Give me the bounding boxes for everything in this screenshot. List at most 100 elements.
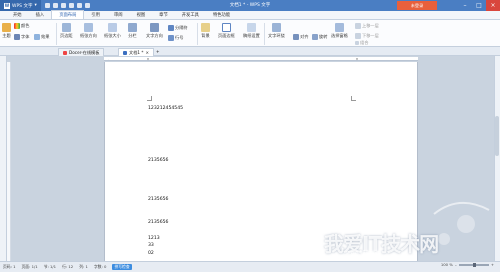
open-icon[interactable] (52, 3, 58, 8)
text-wrap-button[interactable]: 文字环绕 (268, 23, 285, 39)
vertical-ruler (7, 62, 11, 261)
effect-icon (34, 34, 40, 40)
app-label: WPS 文字 (12, 3, 33, 9)
text-line[interactable]: 2135656 (148, 197, 168, 202)
zoom-level[interactable]: 100 % (441, 262, 453, 267)
redo-icon[interactable] (84, 3, 90, 8)
new-doc-icon[interactable] (44, 3, 50, 8)
text-direction-icon (149, 23, 159, 32)
effect-button[interactable]: 效果 (34, 34, 49, 40)
bring-forward-icon (355, 23, 361, 29)
menu-chapter[interactable]: 章节 (152, 11, 175, 19)
close-tab-icon[interactable]: × (145, 49, 149, 57)
menu-view[interactable]: 视图 (130, 11, 153, 19)
scrollbar-thumb[interactable] (495, 116, 499, 156)
tab-docer-templates[interactable]: Docer-在线模板 (58, 48, 105, 56)
page-border-button[interactable]: 页面边框 (218, 23, 235, 39)
divider (56, 23, 57, 45)
status-pages: 页面: 1/1 (21, 264, 38, 269)
select-pane-button[interactable]: 选择窗格 (331, 23, 348, 39)
document-icon (123, 50, 127, 55)
vertical-scrollbar[interactable] (494, 56, 500, 261)
text-wrap-icon (271, 23, 281, 32)
align-icon (293, 34, 299, 40)
breaks-icon (168, 25, 174, 31)
zoom-out-icon[interactable]: – (455, 262, 457, 267)
theme-button[interactable]: 主题 (2, 23, 11, 39)
status-bar: 页码: 1 页面: 1/1 节: 1/1 行: 12 列: 1 字数: 0 拼写… (0, 261, 500, 272)
send-backward-button[interactable]: 下移一层 (355, 33, 379, 39)
font-icon (14, 34, 20, 40)
quick-access-toolbar (44, 3, 90, 8)
background-icon (201, 23, 210, 32)
align-button[interactable]: 对齐 (293, 34, 308, 40)
maximize-icon[interactable]: □ (472, 0, 486, 11)
plus-icon: + (156, 49, 160, 54)
theme-icon (2, 23, 11, 32)
document-tab-bar: Docer-在线模板 文档1 * × + (0, 47, 500, 56)
send-backward-icon (355, 33, 361, 39)
menu-insert[interactable]: 插入 (29, 11, 52, 19)
text-line[interactable]: 1213 (148, 236, 160, 241)
left-panel (0, 56, 7, 261)
menu-references[interactable]: 引用 (84, 11, 107, 19)
window-controls: – □ × (458, 0, 500, 11)
margins-button[interactable]: 页边距 (60, 23, 73, 39)
text-line[interactable]: 123212454545 (148, 106, 183, 111)
app-menu-button[interactable]: W WPS 文字 ▾ (0, 0, 41, 11)
menu-features[interactable]: 特色功能 (206, 11, 237, 19)
text-line[interactable]: 33 (148, 243, 154, 248)
text-direction-button[interactable]: 文字方向 (146, 23, 163, 39)
spell-check-toggle[interactable]: 拼写检查 (112, 264, 132, 270)
line-number-button[interactable]: 行号 (168, 35, 183, 41)
orientation-icon (83, 23, 93, 32)
undo-icon[interactable] (76, 3, 82, 8)
paper-size-button[interactable]: 纸张大小 (104, 23, 121, 39)
paper-size-icon (107, 23, 117, 32)
menu-developer[interactable]: 开发工具 (175, 11, 206, 19)
status-page-number: 页码: 1 (3, 264, 16, 269)
group-icon (355, 41, 359, 45)
new-tab-button[interactable]: + (152, 48, 164, 56)
select-pane-icon (334, 23, 344, 32)
horizontal-ruler[interactable]: · ▼ ▼ (104, 57, 418, 61)
background-button[interactable]: 背景 (201, 23, 210, 39)
rotate-icon (312, 34, 318, 40)
group-button[interactable]: 组合 (355, 40, 368, 46)
close-icon[interactable]: × (486, 0, 500, 11)
palette-icon (14, 23, 20, 29)
menu-page-layout[interactable]: 页面布局 (51, 10, 85, 19)
zoom-in-icon[interactable]: + (491, 262, 494, 267)
color-button[interactable]: 颜色 (14, 23, 29, 29)
margin-corner-mark (147, 96, 152, 101)
text-line[interactable]: 2135656 (148, 158, 168, 163)
minimize-icon[interactable]: – (458, 0, 472, 11)
menu-home[interactable]: 开始 (6, 11, 29, 19)
text-line[interactable]: 02 (148, 251, 154, 256)
bring-forward-button[interactable]: 上移一层 (355, 23, 379, 29)
status-word-count[interactable]: 字数: 0 (94, 264, 107, 270)
font-button[interactable]: 字体 (14, 34, 29, 40)
chevron-down-icon: ▾ (34, 3, 37, 8)
columns-button[interactable]: 分栏 (128, 23, 137, 39)
save-icon[interactable] (60, 3, 66, 8)
login-button[interactable]: 未登录 (397, 1, 437, 10)
zoom-slider[interactable] (458, 262, 489, 267)
text-line[interactable]: 2135656 (148, 220, 168, 225)
ribbon-toolbar: 主题 颜色 字体 效果 页边距 纸张方向 纸张大小 分栏 文字方向 分隔符 行号 (0, 20, 500, 47)
rotate-button[interactable]: 旋转 (312, 34, 327, 40)
status-column: 列: 1 (79, 264, 88, 269)
wps-logo-icon: W (4, 2, 10, 9)
print-icon[interactable] (68, 3, 74, 8)
menu-review[interactable]: 审阅 (107, 11, 130, 19)
tab-document-1[interactable]: 文档1 * × (118, 48, 154, 56)
zoom-slider-knob[interactable] (472, 262, 476, 267)
breaks-button[interactable]: 分隔符 (168, 25, 188, 31)
divider (264, 23, 265, 45)
orientation-button[interactable]: 纸张方向 (80, 23, 97, 39)
zoom-control: 100 % – + (441, 262, 494, 267)
page-border-icon (221, 23, 231, 32)
document-page[interactable]: 123212454545 2135656 2135656 2135656 121… (104, 62, 418, 261)
docer-icon (63, 50, 67, 55)
manuscript-button[interactable]: 稿纸设置 (243, 23, 260, 39)
